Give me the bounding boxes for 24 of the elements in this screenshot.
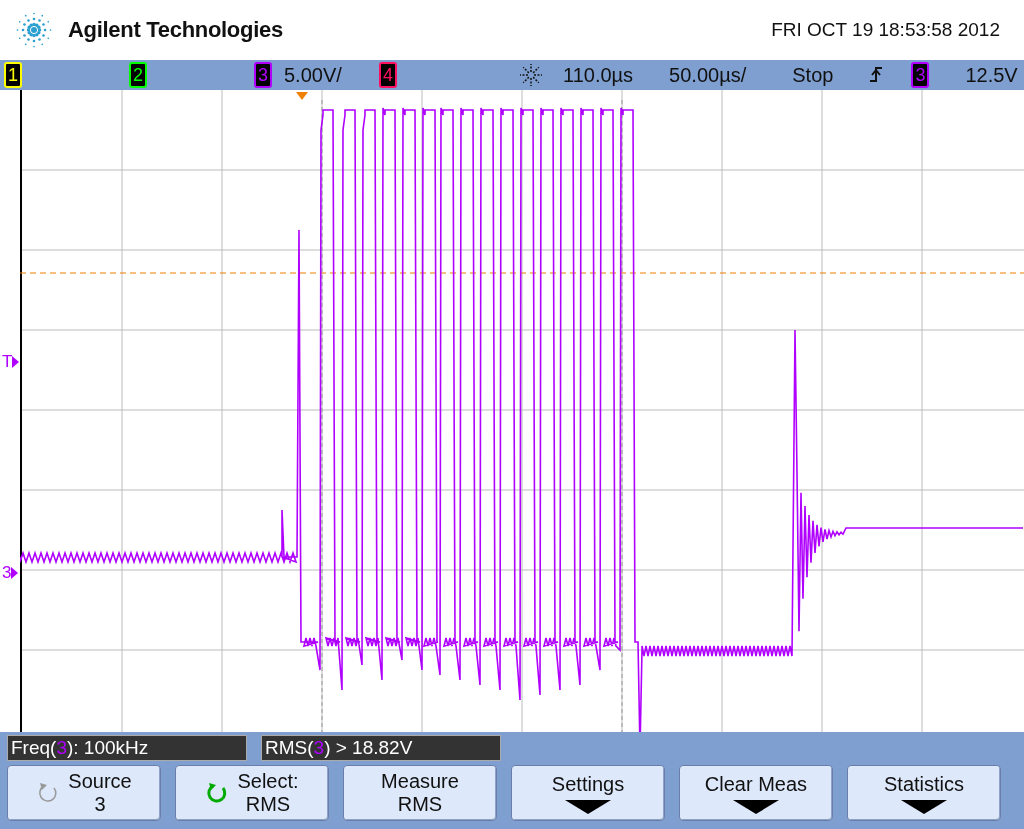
time-scale: 50.00µs/ xyxy=(669,63,747,87)
channel-badge[interactable]: 1 xyxy=(4,62,22,88)
softkey-button[interactable]: Source 3 xyxy=(7,765,161,821)
date-time: FRI OCT 19 18:53:58 2012 xyxy=(771,19,1000,41)
trigger-level: 12.5V xyxy=(965,63,1018,87)
softkey-button[interactable]: Settings xyxy=(511,765,665,821)
logo-icon xyxy=(14,10,54,50)
measurement-readout: Freq(3): 100kHz xyxy=(7,735,247,761)
measurement-readout: RMS(3) > 18.82V xyxy=(261,735,501,761)
rising-edge-icon xyxy=(869,65,884,85)
trigger-source-badge[interactable]: 3 xyxy=(911,62,930,88)
softkey-button[interactable]: Select: RMS xyxy=(175,765,329,821)
vertical-scale: 5.00V/ xyxy=(284,63,342,87)
softkey-button[interactable]: Statistics xyxy=(847,765,1001,821)
channel-badge[interactable]: 2 xyxy=(129,62,147,88)
channel-badge[interactable]: 4 xyxy=(379,62,397,88)
softkey-button[interactable]: Clear Meas xyxy=(679,765,833,821)
brand-name: Agilent Technologies xyxy=(68,17,283,43)
channel-badge[interactable]: 3 xyxy=(254,62,272,88)
run-state: Stop xyxy=(792,63,834,87)
time-delay: 110.0µs xyxy=(563,63,634,87)
trigger-position-marker xyxy=(296,92,308,100)
acquisition-icon xyxy=(519,63,543,87)
softkey-button[interactable]: Measure RMS xyxy=(343,765,497,821)
